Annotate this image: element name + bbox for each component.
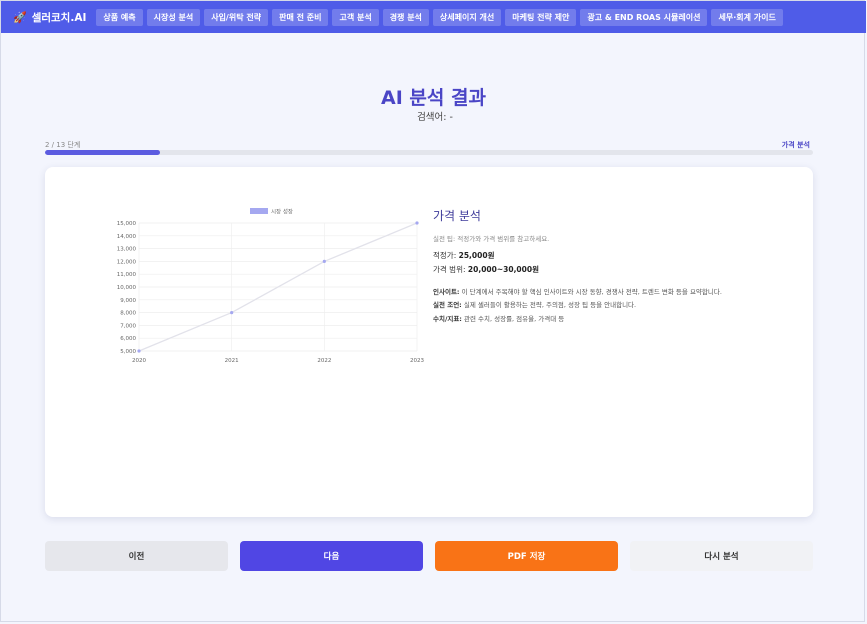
fair-price: 적정가: 25,000원 [433,250,753,261]
pdf-save-button[interactable]: PDF 저장 [435,541,618,571]
reanalyze-button[interactable]: 다시 분석 [630,541,813,571]
y-tick-label: 14,000 [117,234,137,240]
y-tick-label: 12,000 [117,259,137,265]
nav-item[interactable]: 상품 예측 [96,8,143,26]
nav-item[interactable]: 시장성 분석 [146,8,201,26]
current-step-name: 가격 분석 [781,141,810,149]
rocket-icon: 🚀 [13,10,27,24]
metrics-label: 수치/지표: [433,314,462,323]
y-tick-label: 9,000 [120,298,136,304]
price-range: 가격 범위: 20,000~30,000원 [433,264,753,275]
insight-paragraph: 인사이트: 이 단계에서 주목해야 할 핵심 인사이트와 시장 동향, 경쟁사 … [433,287,753,297]
brand-name: 셀러코치.AI [31,11,87,24]
nav-item[interactable]: 사입/위탁 전략 [204,8,269,26]
nav-item[interactable]: 광고 & END ROAS 시뮬레이션 [580,8,708,26]
app-window: 🚀 셀러코치.AI 상품 예측 시장성 분석 사입/위탁 전략 판매 전 준비 고객 분… [0,0,866,622]
x-tick-label: 2022 [317,358,331,363]
progress-fill [45,150,161,155]
legend-label: 시장 성장 [271,208,293,216]
y-tick-label: 6,000 [120,336,136,342]
y-tick-label: 8,000 [120,311,136,317]
price-range-label: 가격 범위: [433,265,466,274]
advice-paragraph: 실전 조언: 실제 셀러들이 활용하는 전략, 주의점, 성장 팁 등을 안내합… [433,300,753,310]
brand-logo[interactable]: 🚀 셀러코치.AI [13,10,86,25]
prev-button[interactable]: 이전 [45,541,228,571]
next-button[interactable]: 다음 [240,541,423,571]
y-tick-label: 15,000 [117,221,137,227]
search-keyword: 검색어: - [1,109,866,123]
y-tick-label: 10,000 [117,285,137,291]
fair-price-label: 적정가: [433,251,457,260]
price-range-value: 20,000~30,000원 [467,265,539,274]
x-tick-label: 2023 [410,358,424,363]
search-value: - [449,112,453,123]
y-tick-label: 11,000 [117,272,137,278]
top-navbar: 🚀 셀러코치.AI 상품 예측 시장성 분석 사입/위탁 전략 판매 전 준비 고객 분… [1,1,866,33]
y-tick-label: 5,000 [120,349,136,355]
analysis-info: 가격 분석 실전 팁: 적정가와 가격 범위를 참고하세요. 적정가: 25,0… [433,207,753,324]
metrics-text: 관련 수치, 성장률, 점유율, 가격대 등 [463,314,565,323]
analysis-card: 5,000 6,000 7,000 8,000 9,000 10,000 11,000 12,… [45,167,813,517]
insight-label: 인사이트: [433,288,460,296]
nav-item[interactable]: 세무·회계 가이드 [711,8,783,26]
nav-item[interactable]: 상세페이지 개선 [432,8,502,26]
nav-item[interactable]: 경쟁 분석 [382,8,429,26]
data-point [322,259,326,263]
nav-item[interactable]: 고객 분석 [332,8,379,26]
search-label: 검색어: [417,112,447,123]
data-point [415,221,419,225]
step-counter: 2 / 13 단계 [45,141,81,149]
nav-menu: 상품 예측 시장성 분석 사입/위탁 전략 판매 전 준비 고객 분석 경쟁 분석 상세페이… [96,8,783,26]
insight-text: 이 단계에서 주목해야 할 핵심 인사이트와 시장 동향, 경쟁사 전략, 트렌… [461,288,722,296]
section-title: 가격 분석 [433,209,481,223]
metrics-paragraph: 수치/지표: 관련 수치, 성장률, 점유율, 가격대 등 [433,314,753,324]
y-tick-label: 7,000 [120,323,136,329]
fair-price-value: 25,000원 [458,251,495,260]
nav-item[interactable]: 마케팅 전략 제안 [505,8,577,26]
tip-text: 실전 팁: 적정가와 가격 범위를 참고하세요. [433,235,550,243]
progress-bar [45,150,813,155]
advice-text: 실제 셀러들이 활용하는 전략, 주의점, 성장 팁 등을 안내합니다. [463,301,637,310]
advice-label: 실전 조언: [433,301,462,310]
nav-item[interactable]: 판매 전 준비 [272,8,329,26]
y-tick-label: 13,000 [117,247,137,253]
data-point [230,311,234,315]
x-tick-label: 2020 [132,358,146,363]
legend-swatch [250,208,268,214]
page-title: AI 분석 결과 [381,87,486,109]
data-point [137,349,141,353]
market-growth-chart: 5,000 6,000 7,000 8,000 9,000 10,000 11,000 12,… [117,208,425,364]
x-tick-label: 2021 [225,358,239,363]
